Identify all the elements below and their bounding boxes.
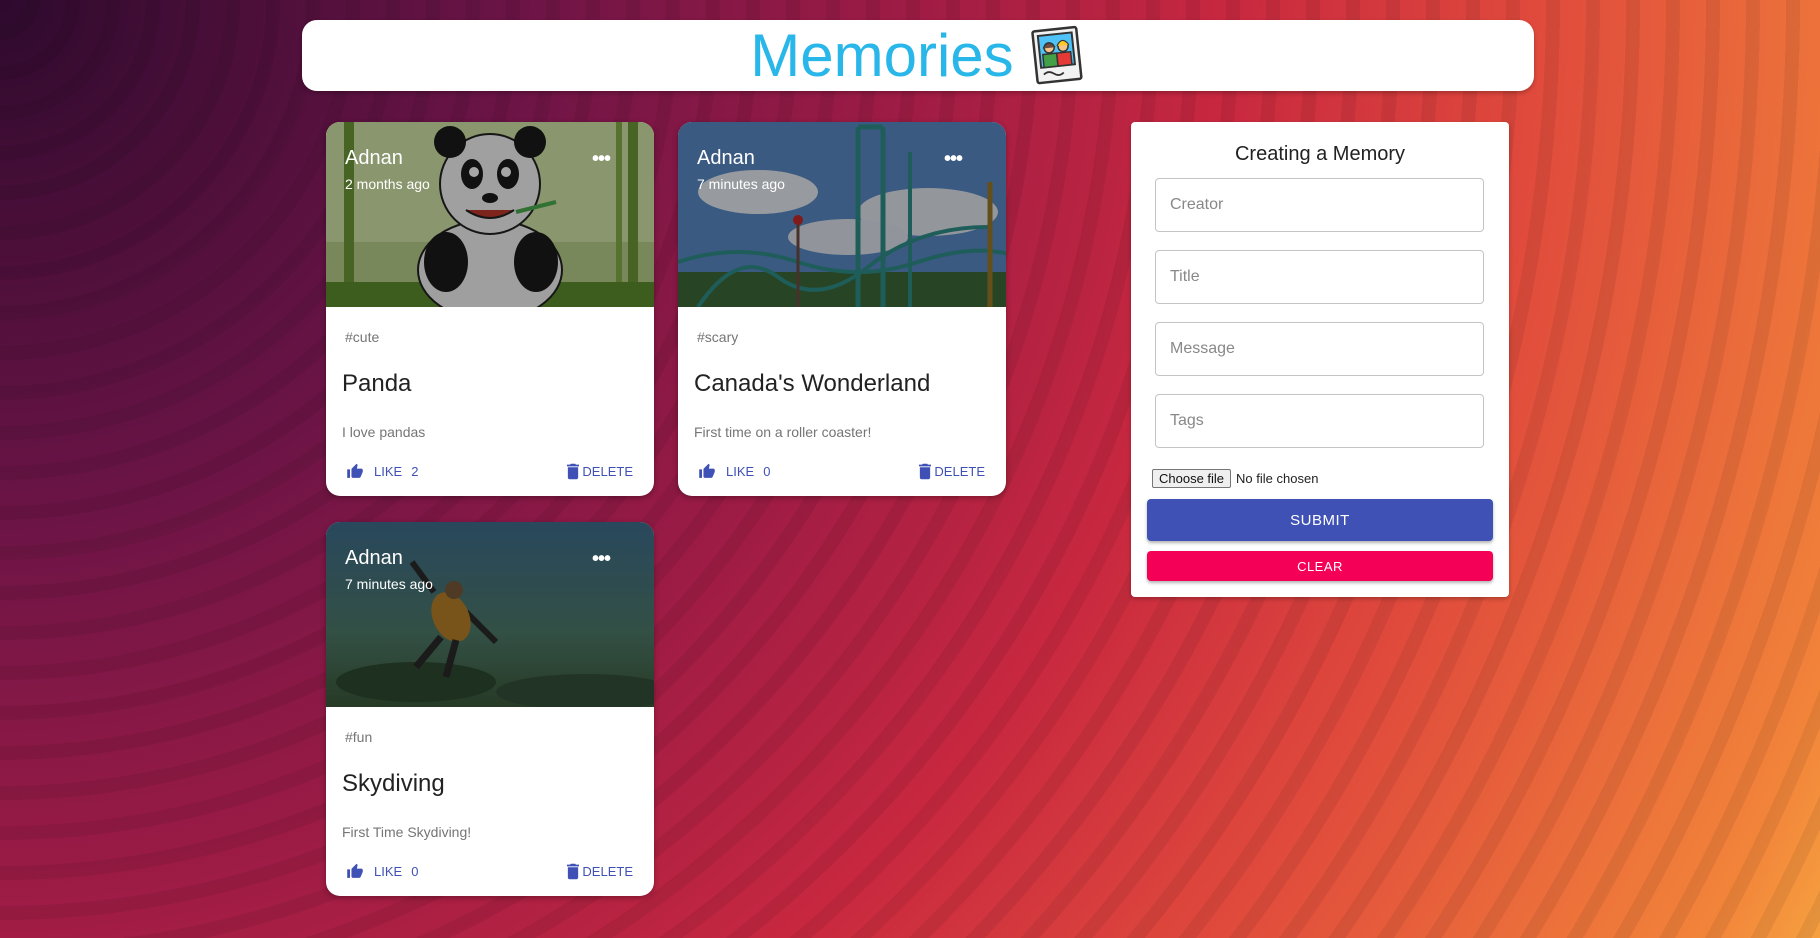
trash-icon	[567, 863, 580, 880]
title-field[interactable]	[1155, 250, 1484, 304]
more-horiz-icon[interactable]: •••	[944, 148, 963, 171]
delete-label: DELETE	[934, 464, 985, 479]
file-input: Choose file No file chosen	[1152, 469, 1318, 488]
post-message: First Time Skydiving!	[342, 824, 472, 840]
more-horiz-icon[interactable]: •••	[592, 148, 611, 171]
like-button[interactable]: LIKE 0	[346, 863, 418, 880]
form-title: Creating a Memory	[1234, 143, 1406, 165]
clear-button[interactable]: CLEAR	[1147, 551, 1493, 581]
tags-field[interactable]	[1155, 394, 1484, 448]
message-field[interactable]	[1155, 322, 1484, 376]
memories-photo-icon	[1030, 25, 1083, 84]
more-horiz-icon[interactable]: •••	[592, 548, 611, 571]
post-time: 2 months ago	[345, 176, 430, 192]
thumb-up-icon	[699, 463, 715, 478]
memory-card: Adnan 7 minutes ago ••• #fun Skydiving F…	[326, 522, 654, 896]
trash-icon	[567, 463, 580, 480]
post-creator: Adnan	[697, 147, 755, 169]
thumb-up-icon	[347, 463, 363, 478]
delete-label: DELETE	[582, 864, 633, 879]
submit-button[interactable]: SUBMIT	[1147, 499, 1493, 541]
post-time: 7 minutes ago	[345, 576, 433, 592]
post-message: I love pandas	[342, 424, 426, 440]
post-title: Skydiving	[342, 770, 445, 797]
delete-label: DELETE	[582, 464, 633, 479]
post-message: First time on a roller coaster!	[694, 424, 872, 440]
post-tags: #scary	[697, 329, 739, 345]
like-button[interactable]: LIKE 2	[346, 463, 418, 480]
like-count: 0	[763, 464, 771, 479]
like-label: LIKE	[374, 464, 403, 479]
app-bar: Memories	[302, 20, 1534, 91]
memory-form: Creating a Memory Choose file No file ch…	[1131, 122, 1509, 597]
post-time: 7 minutes ago	[697, 176, 785, 192]
post-tags: #fun	[345, 729, 373, 745]
like-count: 2	[411, 464, 419, 479]
memory-card: Adnan 7 minutes ago ••• #scary Canada's …	[678, 122, 1006, 496]
post-title: Canada's Wonderland	[694, 370, 931, 397]
choose-file-button[interactable]: Choose file	[1152, 469, 1232, 488]
file-status: No file chosen	[1236, 471, 1319, 486]
delete-button[interactable]: DELETE	[567, 463, 633, 480]
thumb-up-icon	[347, 863, 363, 878]
post-creator: Adnan	[345, 547, 403, 569]
post-title: Panda	[342, 370, 412, 397]
trash-icon	[919, 463, 932, 480]
like-count: 0	[411, 864, 419, 879]
delete-button[interactable]: DELETE	[919, 463, 985, 480]
memory-card: Adnan 2 months ago ••• #cute Panda I lov…	[326, 122, 654, 496]
delete-button[interactable]: DELETE	[567, 863, 633, 880]
like-label: LIKE	[374, 864, 403, 879]
post-creator: Adnan	[345, 147, 403, 169]
post-tags: #cute	[345, 329, 380, 345]
app-title: Memories	[750, 22, 1014, 89]
like-label: LIKE	[726, 464, 755, 479]
like-button[interactable]: LIKE 0	[698, 463, 770, 480]
creator-field[interactable]	[1155, 178, 1484, 232]
